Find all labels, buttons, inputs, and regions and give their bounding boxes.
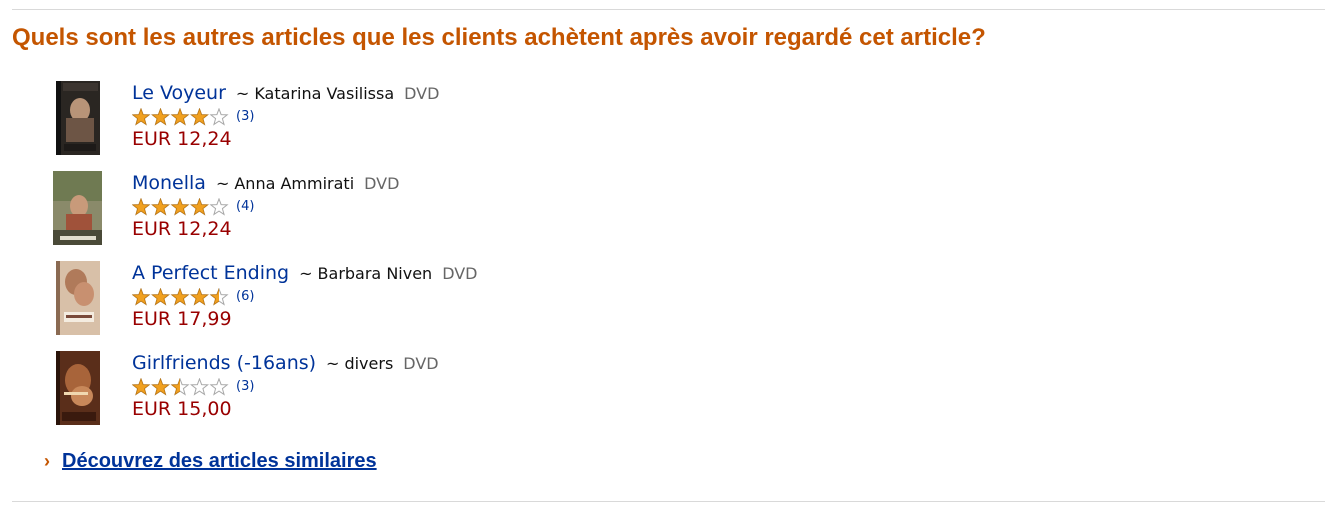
star-rating[interactable]	[132, 197, 230, 216]
discover-similar: › Découvrez des articles similaires	[44, 450, 377, 473]
discover-similar-link[interactable]: Découvrez des articles similaires	[62, 450, 377, 472]
product-format: DVD	[403, 354, 439, 373]
product-thumbnail[interactable]	[52, 80, 102, 156]
review-count-link[interactable]: (3)	[236, 379, 254, 394]
star-empty-icon	[209, 107, 229, 126]
star-full-icon	[132, 377, 151, 395]
product-price: EUR 17,99	[132, 308, 232, 330]
product-price: EUR 15,00	[132, 398, 232, 420]
product-author: divers	[344, 354, 394, 373]
product-thumbnail[interactable]	[52, 170, 102, 246]
chevron-right-icon: ›	[44, 451, 50, 471]
review-count-link[interactable]: (4)	[236, 199, 254, 214]
product-title-link[interactable]: Girlfriends (-16ans)	[132, 352, 316, 374]
author-separator: ~	[235, 84, 250, 103]
star-rating[interactable]	[132, 377, 230, 396]
product-price: EUR 12,24	[132, 218, 232, 240]
star-full-icon	[190, 287, 209, 305]
star-empty-icon	[209, 377, 229, 396]
product-author: Barbara Niven	[317, 264, 433, 283]
star-full-icon	[151, 377, 170, 395]
product-price: EUR 12,24	[132, 128, 232, 150]
product-format: DVD	[364, 174, 400, 193]
star-full-icon	[132, 287, 151, 305]
author-separator: ~	[299, 264, 313, 283]
star-full-icon	[151, 197, 170, 215]
star-empty-icon	[209, 197, 229, 216]
author-separator: ~	[326, 354, 340, 373]
product-thumbnail[interactable]	[52, 260, 102, 336]
review-count-link[interactable]: (3)	[236, 109, 254, 124]
star-full-icon	[170, 287, 190, 305]
product-item: Le Voyeur ~ Katarina Vasilissa DVD (3) EUR …	[52, 80, 752, 160]
product-item: A Perfect Ending ~ Barbara Niven DVD (6) EU…	[52, 260, 752, 340]
product-title-link[interactable]: Monella	[132, 172, 206, 194]
product-format: DVD	[442, 264, 478, 283]
product-item: Monella ~ Anna Ammirati DVD (4) EUR 12,24	[52, 170, 752, 250]
section-heading: Quels sont les autres articles que les c…	[12, 24, 986, 51]
review-count-link[interactable]: (6)	[236, 289, 254, 304]
star-full-icon	[151, 107, 170, 125]
product-thumbnail[interactable]	[52, 350, 102, 426]
star-full-icon	[170, 197, 190, 215]
product-item: Girlfriends (-16ans) ~ divers DVD (3) EUR 1…	[52, 350, 752, 430]
star-full-icon	[170, 107, 190, 125]
product-format: DVD	[404, 84, 440, 103]
product-title-link[interactable]: A Perfect Ending	[132, 262, 289, 284]
product-author: Katarina Vasilissa	[254, 84, 395, 103]
star-rating[interactable]	[132, 287, 230, 306]
top-divider	[12, 9, 1325, 10]
star-empty-icon	[189, 377, 210, 396]
author-separator: ~	[215, 174, 230, 193]
star-full-icon	[190, 197, 209, 215]
product-title-link[interactable]: Le Voyeur	[132, 82, 226, 104]
star-rating[interactable]	[132, 107, 230, 126]
star-full-icon	[190, 107, 209, 125]
star-full-icon	[132, 197, 151, 215]
bottom-divider	[12, 501, 1325, 502]
product-author: Anna Ammirati	[234, 174, 355, 193]
star-full-icon	[151, 287, 170, 305]
star-full-icon	[132, 107, 151, 125]
